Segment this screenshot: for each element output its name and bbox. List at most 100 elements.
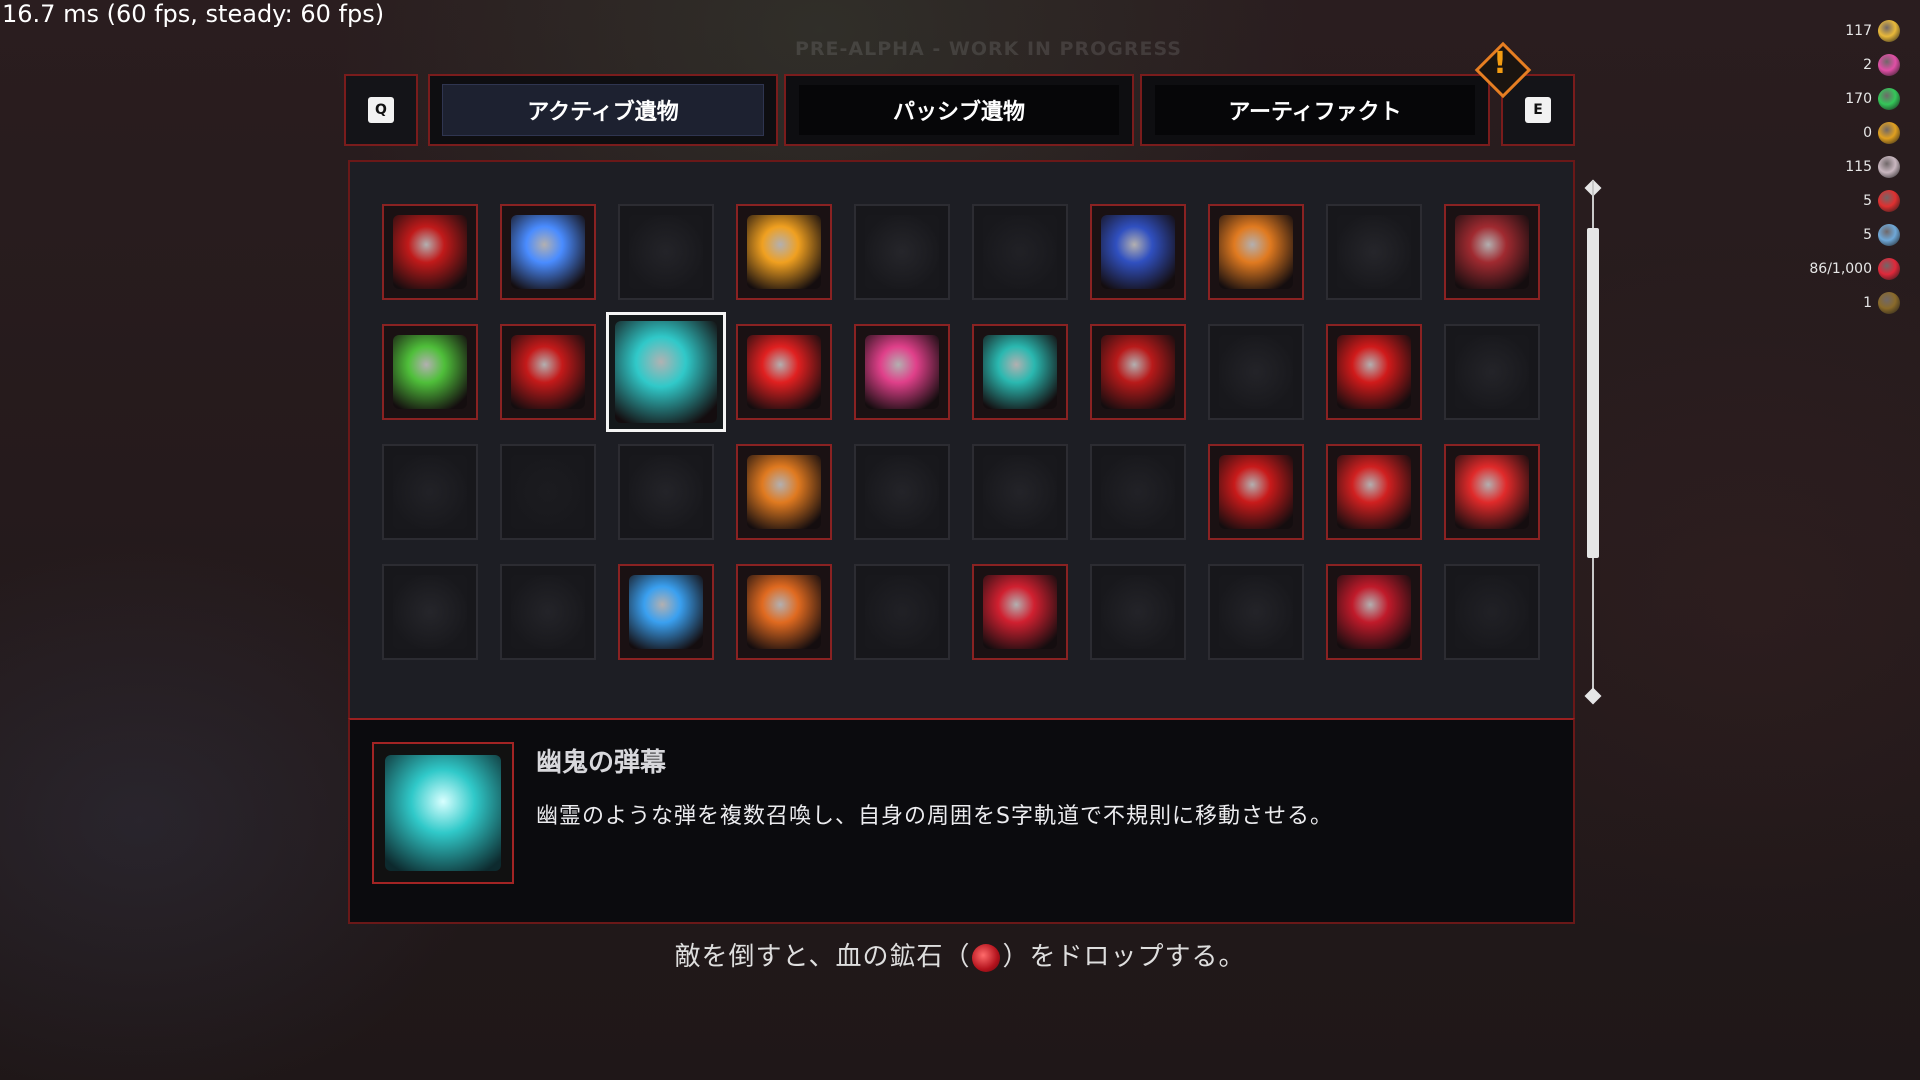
relic-slot[interactable]: [1090, 564, 1186, 660]
relic-slot[interactable]: [736, 564, 832, 660]
relic-slot[interactable]: [500, 324, 596, 420]
relic-grid: [382, 204, 1540, 660]
dark-star-icon: [511, 575, 585, 649]
meteor-shower-icon: [747, 455, 821, 529]
resource-counter: 1: [1760, 286, 1900, 320]
relic-slot[interactable]: [1208, 444, 1304, 540]
blood-eye-icon: [1337, 575, 1411, 649]
relic-slot[interactable]: [972, 444, 1068, 540]
relic-slot[interactable]: [618, 204, 714, 300]
relic-slot[interactable]: [736, 204, 832, 300]
ghost-figure-icon: [385, 755, 501, 871]
tab-passive-relics[interactable]: パッシブ遺物: [784, 74, 1134, 146]
relic-slot[interactable]: [736, 324, 832, 420]
resource-counter: 86/1,000: [1760, 252, 1900, 286]
red-arc-icon: [1337, 335, 1411, 409]
stone-figure-icon: [983, 455, 1057, 529]
relic-slot[interactable]: [1444, 324, 1540, 420]
relic-slot[interactable]: [1444, 564, 1540, 660]
resource-counter: 0: [1760, 116, 1900, 150]
resource-counter: 5: [1760, 218, 1900, 252]
relic-slot[interactable]: [1090, 204, 1186, 300]
tab-label: パッシブ遺物: [799, 85, 1119, 135]
scroll-down-arrow-icon[interactable]: [1584, 687, 1602, 705]
tab-active-relics[interactable]: アクティブ遺物: [428, 74, 778, 146]
relic-slot[interactable]: [1090, 324, 1186, 420]
relic-slot[interactable]: [1208, 204, 1304, 300]
relic-slot[interactable]: [1326, 564, 1422, 660]
dark-beast-icon: [865, 575, 939, 649]
dark-eye-icon: [629, 215, 703, 289]
spiked-ball-icon: [393, 575, 467, 649]
resource-value: 86/1,000: [1809, 261, 1872, 277]
pink-burst-icon: [865, 335, 939, 409]
relic-slot[interactable]: [382, 324, 478, 420]
relic-detail-panel: 幽鬼の弾幕 幽霊のような弾を複数召喚し、自身の周囲をS字軌道で不規則に移動させる…: [348, 718, 1575, 924]
relic-slot[interactable]: [382, 204, 478, 300]
relic-slot[interactable]: [854, 324, 950, 420]
relic-slot[interactable]: [382, 564, 478, 660]
fps-counter: 16.7 ms (60 fps, steady: 60 fps): [2, 0, 385, 28]
relic-slot[interactable]: [1326, 204, 1422, 300]
hint-text-after: ）をドロップする。: [1002, 942, 1246, 972]
relic-slot[interactable]: [1444, 204, 1540, 300]
resource-counter: 170: [1760, 82, 1900, 116]
relic-slot[interactable]: [854, 444, 950, 540]
relic-slot[interactable]: [618, 444, 714, 540]
blue-skull-icon: [511, 215, 585, 289]
relic-slot[interactable]: [500, 444, 596, 540]
sword-icon: [1337, 215, 1411, 289]
relic-slot[interactable]: [382, 444, 478, 540]
relic-slot[interactable]: [972, 324, 1068, 420]
relic-slot[interactable]: [972, 564, 1068, 660]
blood-ore-icon: [1878, 258, 1900, 280]
smoke-icon: [629, 455, 703, 529]
orbit-icon: [1219, 335, 1293, 409]
relic-detail-icon-frame: [372, 742, 514, 884]
red-lightning-icon: [747, 335, 821, 409]
relic-slot[interactable]: [736, 444, 832, 540]
spikes-icon: [1101, 455, 1175, 529]
dark-vortex-icon: [1101, 215, 1175, 289]
relic-slot[interactable]: [618, 564, 714, 660]
relic-slot[interactable]: [606, 312, 726, 432]
tab-artifacts[interactable]: アーティファクト: [1140, 74, 1490, 146]
relic-slot[interactable]: [972, 204, 1068, 300]
relic-slot[interactable]: [854, 564, 950, 660]
relic-slot[interactable]: [1208, 564, 1304, 660]
relic-slot[interactable]: [1090, 444, 1186, 540]
e-key-icon: E: [1525, 97, 1551, 123]
resource-value: 0: [1863, 125, 1872, 141]
resource-value: 117: [1845, 23, 1872, 39]
spider-icon: [865, 455, 939, 529]
relic-slot[interactable]: [500, 564, 596, 660]
blue-lightning-icon: [629, 575, 703, 649]
prev-tab-key-button[interactable]: Q: [344, 74, 418, 146]
relic-slot[interactable]: [1326, 444, 1422, 540]
relic-slot[interactable]: [1444, 444, 1540, 540]
scrollbar-thumb[interactable]: [1587, 228, 1599, 558]
blood-ore-hint: 敵を倒すと、血の鉱石（ ）をドロップする。: [0, 936, 1920, 973]
blood-cluster-icon: [1455, 215, 1529, 289]
pink-crystal-icon: [1878, 54, 1900, 76]
relic-slot[interactable]: [500, 204, 596, 300]
resource-counter: 115: [1760, 150, 1900, 184]
resource-value: 170: [1845, 91, 1872, 107]
wood-icon: [1878, 292, 1900, 314]
fire-skull-icon: [747, 575, 821, 649]
red-slash-icon: [393, 215, 467, 289]
relic-slot[interactable]: [1208, 324, 1304, 420]
relic-slot[interactable]: [854, 204, 950, 300]
resource-value: 115: [1845, 159, 1872, 175]
relic-slot[interactable]: [1326, 324, 1422, 420]
gold-icon: [1878, 20, 1900, 42]
black-hole-icon: [511, 455, 585, 529]
q-key-icon: Q: [368, 97, 394, 123]
teal-rune-icon: [983, 335, 1057, 409]
resource-value: 5: [1863, 227, 1872, 243]
shadow-wave-icon: [983, 215, 1057, 289]
green-gem-icon: [1878, 88, 1900, 110]
ghost-figure-icon: [614, 320, 718, 424]
blood-ore-icon: [972, 943, 1001, 972]
dark-demon-icon: [393, 455, 467, 529]
